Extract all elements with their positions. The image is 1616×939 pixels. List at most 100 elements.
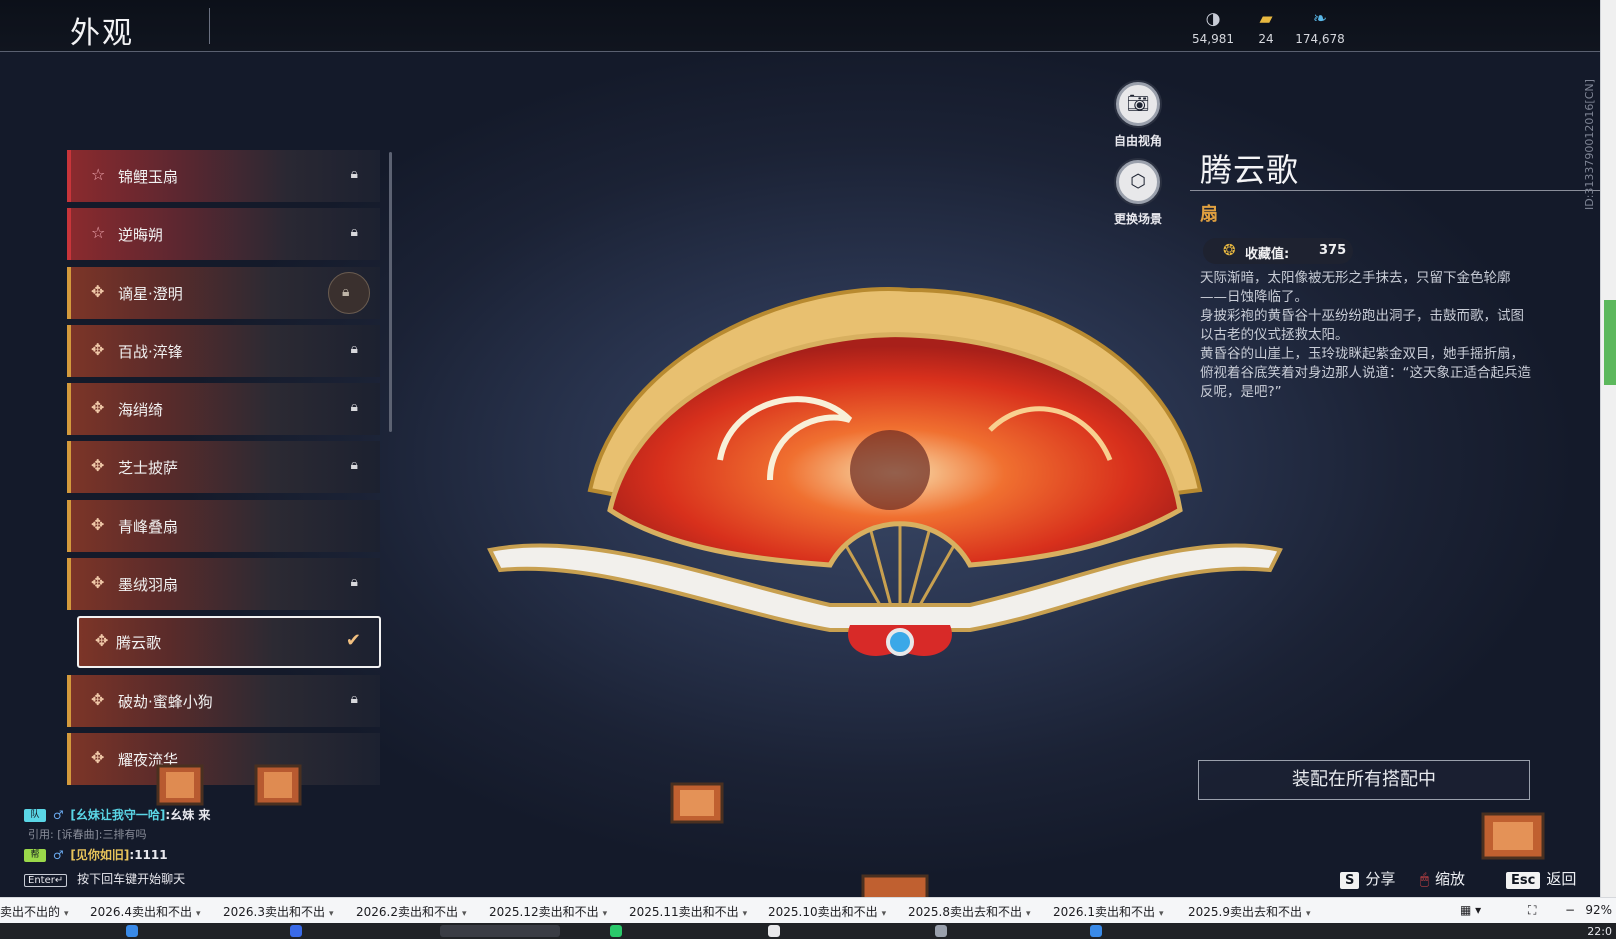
collection-value-badge: ❂ 收藏值: 375 [1203,238,1353,264]
sheet-tab[interactable]: 卖出不出的 ▾ [0,903,69,920]
lock-icon: 🔒︎ [350,574,358,590]
page-title: 外观 [70,16,134,51]
list-item[interactable]: ✥ 百战·淬锋 🔒︎ [67,325,380,377]
sheet-tab[interactable]: 2026.1卖出和不出 ▾ [1053,903,1164,920]
special-lock-badge: 🔒︎ [328,272,370,314]
top-bar: 外观 ◑ 54,981 ▰ 24 ❧ 174,678 [0,0,1600,52]
item-description: 天际渐暗，太阳像被无形之手抹去，只留下金色轮廓——日蚀降临了。 身披彩袍的黄昏谷… [1200,269,1535,402]
list-item-label: 青峰叠扇 [118,518,179,536]
sheet-tab-strip: 卖出不出的 ▾ 2026.4卖出和不出 ▾ 2026.3卖出和不出 ▾ 2026.2卖… [0,897,1616,923]
chat-sender[interactable]: [见你如旧] [70,848,129,862]
cross-icon: ✥ [91,398,105,417]
app-icon[interactable] [935,925,947,937]
chat-message: 帮 ♂ [见你如旧]:1111 [24,846,404,866]
esc-key: Esc [1506,872,1541,889]
tab-label: 2026.2卖出和不出 [356,905,458,919]
app-icon[interactable] [126,925,138,937]
list-item-label: 芝士披萨 [118,459,179,477]
chat-panel: 队 ♂ [幺妹让我守一哈]:幺妹 来 引用: [诉春曲]:三排有吗 帮 ♂ [见… [24,806,404,890]
tab-label: 2026.1卖出和不出 [1053,905,1155,919]
tab-label: 2026.4卖出和不出 [90,905,192,919]
sheet-tab[interactable]: 2026.2卖出和不出 ▾ [356,903,467,920]
chevron-down-icon: ▾ [329,909,334,919]
list-item[interactable]: ✥ 耀夜流华 [67,733,380,785]
change-scene-button[interactable]: ⬡ 更换场景 [1103,160,1173,227]
equip-all-button[interactable]: 装配在所有搭配中 [1198,760,1530,800]
list-item[interactable]: ☆ 逆晦朔 🔒︎ [67,208,380,260]
list-scrollbar[interactable] [389,152,392,432]
lantern-decoration [670,782,724,824]
lantern-decoration [254,764,302,806]
checkmark-icon: ✔ [345,630,361,651]
chevron-down-icon: ▾ [196,909,201,919]
list-item[interactable]: ✥ 破劫·蜜蜂小狗 🔒︎ [67,675,380,727]
chat-text: :1111 [129,848,168,862]
cross-icon: ✥ [91,456,105,475]
list-item[interactable]: ☆ 锦鲤玉扇 🔒︎ [67,150,380,202]
grid-view-icon[interactable]: ▦ ▾ [1460,903,1481,917]
back-label: 返回 [1546,870,1577,888]
list-item[interactable]: ✥ 芝士披萨 🔒︎ [67,441,380,493]
list-item-label: 墨绒羽扇 [118,576,179,594]
cross-icon: ✥ [91,515,105,534]
sheet-tab[interactable]: 2025.9卖出去和不出 ▾ [1188,903,1311,920]
collection-label: 收藏值: [1245,247,1290,262]
currency-value: 54,981 [1192,32,1234,46]
tab-label: 2026.3卖出和不出 [223,905,325,919]
chevron-down-icon: ▾ [1159,909,1164,919]
item-type: 扇 [1200,204,1218,225]
app-icon[interactable] [1090,925,1102,937]
chat-sender[interactable]: [幺妹让我守一哈] [70,808,165,822]
moon-coin-icon: ◑ [1205,9,1221,29]
lock-icon: 🔒︎ [350,457,358,473]
zoom-hint[interactable]: 🖱︎ 缩放 [1420,868,1465,889]
s-key: S [1340,872,1360,889]
lock-icon: 🔒︎ [350,166,358,182]
sheet-tab[interactable]: 2025.12卖出和不出 ▾ [489,903,607,920]
sheet-tab[interactable]: 2025.8卖出去和不出 ▾ [908,903,1031,920]
currency-crate: ▰ 24 [1236,8,1296,46]
list-item[interactable]: ✥ 墨绒羽扇 🔒︎ [67,558,380,610]
male-icon: ♂ [52,848,64,862]
free-view-label: 自由视角 [1113,134,1162,148]
os-taskbar: 22:0 [0,923,1616,939]
collection-icon: ❂ [1223,241,1236,259]
list-item[interactable]: ✥ 海绡绮 🔒︎ [67,383,380,435]
list-item[interactable]: ✥ 青峰叠扇 [67,500,380,552]
sheet-tab[interactable]: 2025.11卖出和不出 ▾ [629,903,747,920]
app-icon[interactable] [290,925,302,937]
star-icon: ☆ [91,223,106,242]
zoom-level: 92% [1585,903,1612,917]
appearance-list: ☆ 锦鲤玉扇 🔒︎ ☆ 逆晦朔 🔒︎ ✥ 谪星·澄明 🔒︎ ✥ 百战·淬锋 🔒︎… [67,150,385,800]
app-icon[interactable] [610,925,622,937]
list-item[interactable]: ✥ 谪星·澄明 🔒︎ [67,267,380,319]
star-icon: ☆ [91,165,106,184]
description-paragraph: 黄昏谷的山崖上，玉玲珑眯起紫金双目，她手摇折扇，俯视着谷底笑着对身边那人说道：“… [1200,346,1531,400]
fullscreen-icon[interactable]: ⛶ [1528,903,1536,918]
sheet-tab[interactable]: 2025.10卖出和不出 ▾ [768,903,886,920]
zoom-out-icon[interactable]: − [1565,903,1575,917]
name-underline [1190,190,1600,191]
background-window-strip [1600,0,1616,897]
list-item-selected[interactable]: ✥ 腾云歌 ✔ [77,616,381,668]
sheet-tab[interactable]: 2026.3卖出和不出 ▾ [223,903,334,920]
lock-icon: 🔒︎ [342,284,350,300]
app-icon[interactable] [768,925,780,937]
sheet-tab[interactable]: 2026.4卖出和不出 ▾ [90,903,201,920]
tab-label: 2025.12卖出和不出 [489,905,599,919]
chevron-down-icon: ▾ [1026,909,1031,919]
currency-value: 24 [1258,32,1274,46]
back-hint[interactable]: Esc 返回 [1506,868,1576,889]
active-app-tab[interactable] [440,925,560,937]
chevron-down-icon: ▾ [881,909,887,919]
title-divider [209,8,210,44]
tab-label: 2025.9卖出去和不出 [1188,905,1302,919]
chat-input-hint[interactable]: Enter↵ 按下回车键开始聊天 [24,870,404,890]
list-item-label: 逆晦朔 [118,226,164,244]
enter-key-icon: Enter↵ [24,874,68,887]
share-hint[interactable]: S 分享 [1340,868,1395,889]
lock-icon: 🔒︎ [350,691,358,707]
chevron-down-icon: ▾ [462,909,467,919]
lock-icon: 🔒︎ [350,341,358,357]
free-view-button[interactable]: 📷︎ 自由视角 [1103,82,1173,149]
